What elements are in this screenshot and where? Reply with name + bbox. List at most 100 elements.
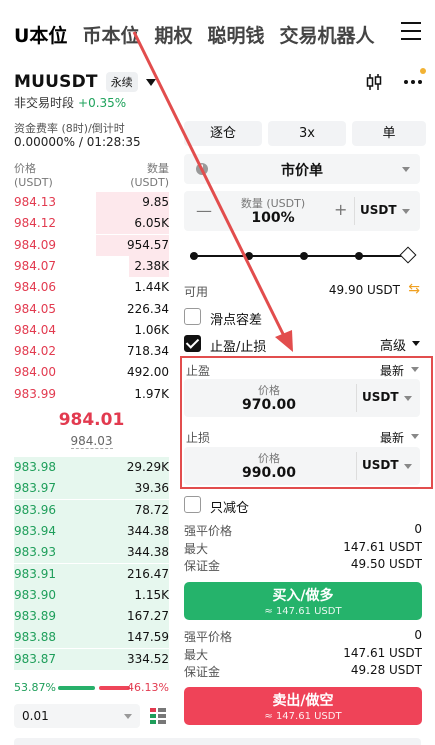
tab-options[interactable]: 期权	[154, 21, 192, 48]
slippage-checkbox[interactable]	[184, 308, 201, 325]
ask-row[interactable]: 984.13 9.85	[14, 192, 169, 213]
divider	[356, 384, 357, 412]
slider-stop-75[interactable]	[355, 252, 363, 260]
ask-row[interactable]: 984.00 492.00	[14, 362, 169, 383]
ask-price: 984.06	[14, 280, 56, 295]
margin-leverage-row: 逐仓 3x 单	[184, 121, 426, 146]
buy-long-button[interactable]: 买入/做多 ≈ 147.61 USDT	[184, 582, 422, 620]
bid-row[interactable]: 983.97 39.36	[14, 478, 169, 500]
bid-qty: 39.36	[134, 481, 169, 496]
tab-trading-bot[interactable]: 交易机器人	[279, 21, 374, 48]
tab-smart-money[interactable]: 聪明钱	[207, 21, 264, 48]
candlestick-chart-icon[interactable]	[365, 73, 383, 91]
funding-rate-label: 资金费率 (8时)/倒计时	[14, 122, 125, 135]
chevron-down-icon	[402, 167, 410, 172]
bid-price: 983.97	[14, 481, 56, 496]
pair-status: 非交易时段 +0.35%	[14, 94, 126, 111]
chevron-down-icon	[411, 434, 419, 439]
orderbook-layout-icon[interactable]	[149, 707, 167, 725]
stop-loss-price: 990.00	[241, 465, 297, 481]
ask-price: 984.07	[14, 258, 56, 273]
stop-loss-price-field[interactable]: 价格 990.00 USDT	[184, 447, 420, 485]
bid-row[interactable]: 983.90 1.15K	[14, 584, 169, 606]
bid-row[interactable]: 983.98 29.29K	[14, 457, 169, 478]
ask-row[interactable]: 984.05 226.34	[14, 299, 169, 320]
long-margin-label: 保证金	[184, 559, 221, 573]
margin-mode-button[interactable]: 逐仓	[184, 121, 262, 146]
position-mode-button[interactable]: 单	[352, 121, 426, 146]
tab-usdt-m[interactable]: U本位	[14, 21, 67, 48]
short-liq-price: 强平价格 0	[184, 628, 422, 644]
bid-row[interactable]: 983.96 78.72	[14, 499, 169, 521]
slider-stop-0[interactable]	[190, 252, 198, 260]
tab-coin-m[interactable]: 币本位	[82, 21, 139, 48]
bid-row[interactable]: 983.89 167.27	[14, 606, 169, 628]
order-type-select[interactable]: ! 市价单	[184, 154, 420, 184]
plus-icon[interactable]: +	[334, 200, 347, 219]
stop-loss-unit[interactable]: USDT	[362, 458, 399, 472]
bid-qty: 216.47	[127, 566, 169, 581]
reduce-only-checkbox[interactable]	[184, 496, 201, 513]
ask-price: 984.04	[14, 322, 56, 337]
hamburger-menu-icon[interactable]	[401, 22, 421, 40]
price-precision-select[interactable]: 0.01	[14, 704, 140, 728]
pair-symbol: MUUSDT	[14, 72, 98, 92]
ask-row[interactable]: 984.02 718.34	[14, 341, 169, 362]
quantity-stepper[interactable]: — 数量 (USDT) 100% + USDT	[184, 191, 420, 231]
short-liq-value: 0	[414, 628, 422, 642]
quantity-slider[interactable]	[190, 246, 417, 264]
slider-handle[interactable]	[399, 246, 417, 264]
bid-price: 983.91	[14, 566, 56, 581]
chevron-down-icon	[404, 396, 412, 401]
ask-row[interactable]: 984.09 954.57	[14, 234, 169, 256]
ask-qty: 954.57	[127, 237, 169, 252]
bid-qty: 147.59	[127, 630, 169, 645]
bid-row[interactable]: 983.87 334.52	[14, 648, 169, 670]
take-profit-unit[interactable]: USDT	[362, 390, 399, 404]
transfer-icon[interactable]: ⇆	[408, 281, 420, 297]
bid-qty: 344.38	[127, 523, 169, 538]
pair-selector[interactable]: MUUSDT 永续	[14, 72, 156, 92]
last-price[interactable]: 984.01	[14, 410, 169, 430]
slippage-label: 滑点容差	[210, 313, 263, 328]
ask-row[interactable]: 984.12 6.05K	[14, 213, 169, 235]
tpsl-label: 止盈/止损	[210, 340, 267, 355]
minus-icon[interactable]: —	[196, 201, 212, 220]
ask-qty: 226.34	[127, 301, 169, 316]
sell-ratio: 46.13%	[127, 681, 169, 694]
take-profit-trigger-select[interactable]: 最新	[380, 362, 419, 379]
bid-row[interactable]: 983.88 147.59	[14, 627, 169, 649]
trading-session-status: 非交易时段	[14, 96, 75, 110]
bid-row[interactable]: 983.91 216.47	[14, 563, 169, 585]
slider-stop-50[interactable]	[300, 252, 308, 260]
sell-short-label: 卖出/做空	[272, 693, 334, 709]
ask-row[interactable]: 984.07 2.38K	[14, 255, 169, 277]
ask-row[interactable]: 983.99 1.97K	[14, 384, 169, 405]
bid-row[interactable]: 983.93 344.38	[14, 542, 169, 564]
more-options-icon[interactable]	[404, 80, 422, 84]
ask-row[interactable]: 984.04 1.06K	[14, 320, 169, 341]
chevron-down-icon	[412, 341, 420, 346]
sell-short-amount: ≈ 147.61 USDT	[264, 711, 342, 722]
ask-price: 984.09	[14, 237, 56, 252]
bid-row[interactable]: 983.94 344.38	[14, 520, 169, 542]
bid-price: 983.90	[14, 587, 56, 602]
contract-tag: 永续	[105, 72, 138, 92]
ask-price: 983.99	[14, 386, 56, 401]
take-profit-price-field[interactable]: 价格 970.00 USDT	[184, 379, 420, 417]
slider-stop-25[interactable]	[245, 252, 253, 260]
stop-loss-trigger-select[interactable]: 最新	[380, 429, 419, 446]
ask-row[interactable]: 984.06 1.44K	[14, 277, 169, 298]
long-margin: 保证金 49.50 USDT	[184, 557, 422, 573]
mark-price: 984.03	[14, 434, 169, 449]
leverage-button[interactable]: 3x	[268, 121, 346, 146]
bid-qty: 344.38	[127, 545, 169, 560]
tpsl-checkbox[interactable]	[184, 335, 201, 352]
ask-qty: 1.44K	[134, 280, 169, 295]
quantity-unit[interactable]: USDT	[360, 203, 397, 217]
sell-short-button[interactable]: 卖出/做空 ≈ 147.61 USDT	[184, 687, 422, 725]
advanced-select[interactable]: 高级	[380, 335, 420, 354]
short-max-label: 最大	[184, 648, 209, 662]
buy-ratio: 53.87%	[14, 681, 56, 694]
ask-qty: 9.85	[142, 195, 169, 209]
